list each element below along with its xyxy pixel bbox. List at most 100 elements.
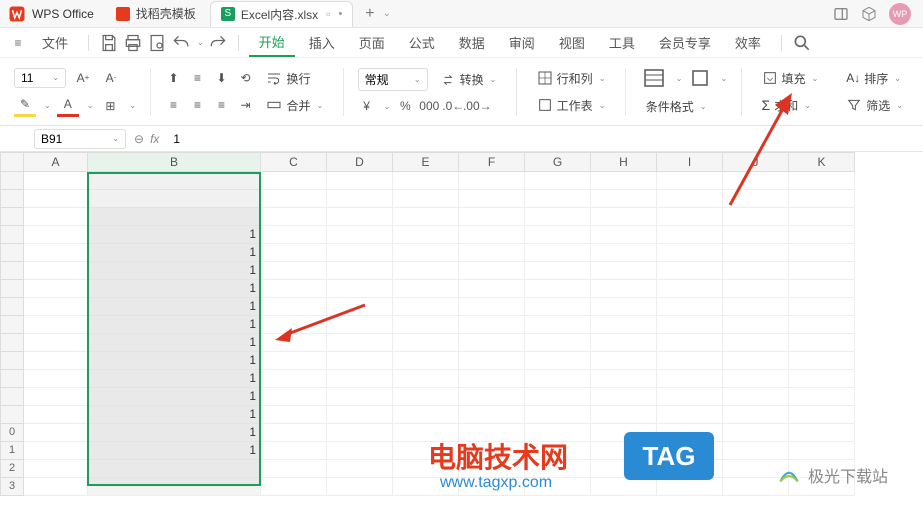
font-color-dropdown[interactable]: ⌄: [87, 101, 94, 110]
cell[interactable]: [261, 352, 327, 370]
col-header-a[interactable]: A: [24, 152, 88, 172]
cell[interactable]: 1: [88, 244, 261, 262]
cell[interactable]: [88, 172, 261, 190]
cell[interactable]: [24, 262, 88, 280]
align-bottom-icon[interactable]: ⬇: [212, 69, 230, 87]
cell[interactable]: [789, 226, 855, 244]
tab-page[interactable]: 页面: [349, 29, 395, 56]
cell[interactable]: [88, 190, 261, 208]
print-icon[interactable]: [123, 33, 143, 53]
decrease-decimal-icon[interactable]: .0←: [444, 97, 462, 115]
cell[interactable]: [393, 280, 459, 298]
cell[interactable]: [525, 280, 591, 298]
border-dropdown[interactable]: ⌄: [129, 101, 136, 110]
cancel-icon[interactable]: ⊖: [134, 132, 144, 146]
row-header[interactable]: [0, 334, 24, 352]
wrap-text-button[interactable]: 换行: [260, 68, 316, 89]
table-style-dropdown[interactable]: ⌄: [676, 74, 683, 83]
cell[interactable]: [459, 352, 525, 370]
cell[interactable]: [327, 244, 393, 262]
cell[interactable]: [393, 388, 459, 406]
cell[interactable]: [459, 262, 525, 280]
row-header[interactable]: [0, 298, 24, 316]
cell[interactable]: [789, 442, 855, 460]
sum-button[interactable]: Σ 求和⌄: [756, 95, 825, 116]
menu-icon[interactable]: ≡: [8, 33, 28, 53]
cell[interactable]: [459, 280, 525, 298]
cell[interactable]: 1: [88, 262, 261, 280]
cell[interactable]: [525, 370, 591, 388]
col-header-h[interactable]: H: [591, 152, 657, 172]
cell[interactable]: 1: [88, 298, 261, 316]
cell[interactable]: [525, 208, 591, 226]
align-right-icon[interactable]: ≡: [212, 96, 230, 114]
tab-insert[interactable]: 插入: [299, 29, 345, 56]
cell[interactable]: [525, 388, 591, 406]
cell[interactable]: [657, 226, 723, 244]
preview-icon[interactable]: [147, 33, 167, 53]
cell[interactable]: [789, 424, 855, 442]
col-header-g[interactable]: G: [525, 152, 591, 172]
cell[interactable]: [261, 172, 327, 190]
fill-button[interactable]: 填充⌄: [756, 68, 825, 89]
cell[interactable]: [525, 334, 591, 352]
cell[interactable]: [657, 316, 723, 334]
cell[interactable]: [657, 172, 723, 190]
fx-icon[interactable]: fx: [150, 132, 159, 146]
cell[interactable]: [723, 298, 789, 316]
col-header-c[interactable]: C: [261, 152, 327, 172]
cell[interactable]: [459, 334, 525, 352]
cell[interactable]: [327, 334, 393, 352]
tab-menu-icon[interactable]: ▫: [326, 7, 330, 21]
cell[interactable]: [393, 316, 459, 334]
col-header-e[interactable]: E: [393, 152, 459, 172]
orientation-icon[interactable]: ⟲: [236, 69, 254, 87]
cell[interactable]: [24, 172, 88, 190]
cell[interactable]: 1: [88, 280, 261, 298]
shape-dropdown[interactable]: ⌄: [720, 74, 727, 83]
cell[interactable]: 1: [88, 316, 261, 334]
cell[interactable]: [591, 280, 657, 298]
increase-decimal-icon[interactable]: .00→: [468, 97, 486, 115]
align-top-icon[interactable]: ⬆: [164, 69, 182, 87]
tab-template-store[interactable]: 找稻壳模板: [106, 1, 206, 27]
save-icon[interactable]: [99, 33, 119, 53]
cell[interactable]: [723, 424, 789, 442]
row-header[interactable]: [0, 172, 24, 190]
highlight-dropdown[interactable]: ⌄: [44, 101, 51, 110]
table-style-icon[interactable]: [640, 66, 668, 90]
cell[interactable]: [393, 226, 459, 244]
cell[interactable]: [525, 316, 591, 334]
cell[interactable]: [327, 190, 393, 208]
filter-button[interactable]: 筛选⌄: [840, 95, 909, 116]
redo-icon[interactable]: [208, 33, 228, 53]
col-header-j[interactable]: J: [723, 152, 789, 172]
row-header[interactable]: [0, 244, 24, 262]
cell[interactable]: [591, 370, 657, 388]
cell[interactable]: [525, 226, 591, 244]
cell[interactable]: [261, 280, 327, 298]
file-menu[interactable]: 文件: [32, 29, 78, 56]
cell[interactable]: [789, 262, 855, 280]
tab-review[interactable]: 审阅: [499, 29, 545, 56]
cell[interactable]: [24, 352, 88, 370]
cell[interactable]: [261, 298, 327, 316]
percent-icon[interactable]: %: [396, 97, 414, 115]
row-header[interactable]: 1: [0, 442, 24, 460]
cell[interactable]: [393, 190, 459, 208]
cell[interactable]: [789, 244, 855, 262]
align-center-icon[interactable]: ≡: [188, 96, 206, 114]
row-header[interactable]: [0, 226, 24, 244]
cell[interactable]: [459, 388, 525, 406]
cell[interactable]: [723, 262, 789, 280]
row-header[interactable]: [0, 406, 24, 424]
cell[interactable]: [261, 262, 327, 280]
cube-icon[interactable]: [861, 6, 877, 22]
cell[interactable]: [327, 370, 393, 388]
close-icon[interactable]: •: [338, 8, 342, 20]
shape-icon[interactable]: [688, 66, 712, 90]
cell[interactable]: [24, 478, 88, 496]
cell[interactable]: [723, 316, 789, 334]
cell[interactable]: [24, 226, 88, 244]
cell[interactable]: [459, 190, 525, 208]
